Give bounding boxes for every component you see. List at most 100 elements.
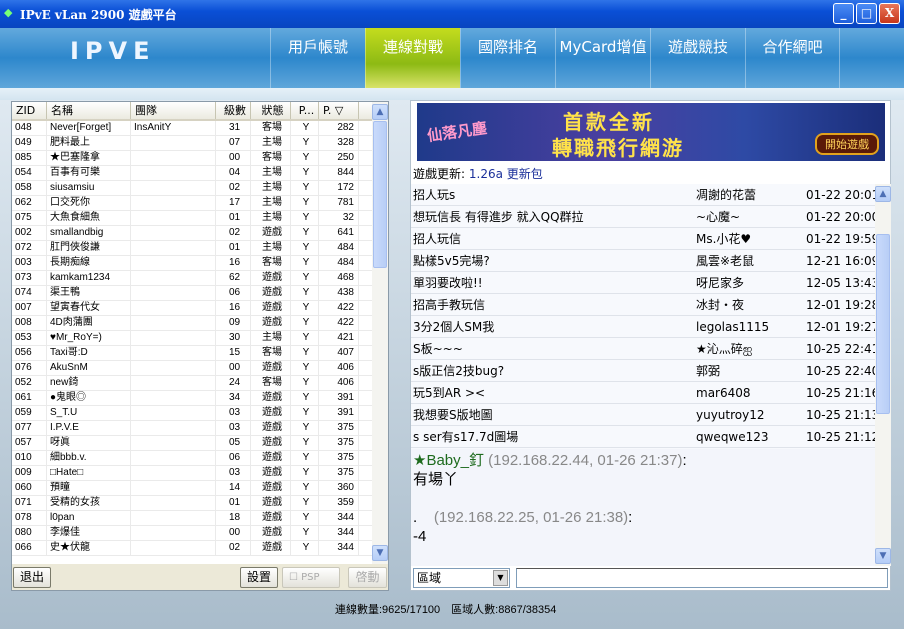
ad-banner[interactable]: 仙落凡塵 首款全新 轉職飛行網游 開始遊戲 (417, 103, 885, 161)
col-name[interactable]: 名稱 (47, 102, 131, 119)
table-row[interactable]: 062 口交死你 17 主場 Y 781 (12, 196, 372, 211)
scroll-down-icon[interactable]: ▼ (372, 545, 388, 561)
table-row[interactable]: 059 S_T.U 03 遊戲 Y 391 (12, 406, 372, 421)
cell-team (131, 331, 216, 345)
close-button[interactable]: X (879, 3, 900, 24)
table-row[interactable]: 074 渠王鴨 06 遊戲 Y 438 (12, 286, 372, 301)
col-p2[interactable]: P. ▽ (319, 102, 359, 119)
cell-name: 細bbb.v. (47, 451, 131, 465)
col-level[interactable]: 級數 (216, 102, 251, 119)
cell-status: 遊戲 (251, 421, 291, 435)
post-item[interactable]: S板~~~ ★沁灬碎ஐ 10-25 22:41 (411, 338, 879, 360)
post-item[interactable]: 想玩信長 有得進步 就入QQ群拉 ~心魔~ 01-22 20:00 (411, 206, 879, 228)
chat-input[interactable] (516, 568, 888, 588)
cell-name: 肛門俠俊謙 (47, 241, 131, 255)
table-row[interactable]: 060 預瞳 14 遊戲 Y 360 (12, 481, 372, 496)
table-row[interactable]: 072 肛門俠俊謙 01 主場 Y 484 (12, 241, 372, 256)
post-item[interactable]: 我想要S版地圖 yuyutroy12 10-25 21:13 (411, 404, 879, 426)
table-row[interactable]: 010 細bbb.v. 06 遊戲 Y 375 (12, 451, 372, 466)
settings-button[interactable]: 設置 (240, 567, 278, 588)
table-row[interactable]: 052 new錡 24 客場 Y 406 (12, 376, 372, 391)
nav-partner-cafe[interactable]: 合作網吧 (745, 28, 840, 88)
scroll-up-icon[interactable]: ▲ (372, 104, 388, 120)
cell-status: 客場 (251, 346, 291, 360)
table-row[interactable]: 073 kamkam1234 62 遊戲 Y 468 (12, 271, 372, 286)
post-item[interactable]: 招高手教玩信 冰封・夜 12-01 19:28 (411, 294, 879, 316)
table-row[interactable]: 007 望寅春代女 16 遊戲 Y 422 (12, 301, 372, 316)
post-item[interactable]: 招人玩信 Ms.小花♥ 01-22 19:59 (411, 228, 879, 250)
cell-p2: 344 (319, 541, 359, 555)
title-bar: ◆ IPvE vLan 2900 遊戲平台 _ □ X (0, 0, 904, 28)
post-item[interactable]: 玩5到AR >< mar6408 10-25 21:16 (411, 382, 879, 404)
col-zid[interactable]: ZID (12, 102, 47, 119)
table-row[interactable]: 003 長期痴線 16 客場 Y 484 (12, 256, 372, 271)
table-row[interactable]: 061 ●鬼眼◎ 34 遊戲 Y 391 (12, 391, 372, 406)
cell-zid: 007 (12, 301, 47, 315)
post-item[interactable]: 點樣5v5完場? 風雲※老鼠 12-21 16:09 (411, 250, 879, 272)
cell-level: 00 (216, 526, 251, 540)
start-button[interactable]: 啓動 (348, 567, 387, 588)
post-item[interactable]: 單羽要改啦!! 呀尼家多 12-05 13:43 (411, 272, 879, 294)
chat-meta: (192.168.22.25, 01-26 21:38) (433, 509, 629, 526)
table-row[interactable]: 078 l0pan 18 遊戲 Y 344 (12, 511, 372, 526)
chevron-down-icon[interactable]: ▼ (493, 570, 508, 586)
col-status[interactable]: 狀態 (251, 102, 291, 119)
cell-status: 遊戲 (251, 226, 291, 240)
table-row[interactable]: 057 呀眞 05 遊戲 Y 375 (12, 436, 372, 451)
table-row[interactable]: 054 百事有可樂 04 主場 Y 844 (12, 166, 372, 181)
cell-team (131, 181, 216, 195)
exit-button[interactable]: 退出 (13, 567, 51, 588)
cell-level: 31 (216, 121, 251, 135)
chat-message-header: . (192.168.22.25, 01-26 21:38): (413, 508, 873, 527)
table-row[interactable]: 085 ★巴塞隆拿 00 客場 Y 250 (12, 151, 372, 166)
table-row[interactable]: 077 I.P.V.E 03 遊戲 Y 375 (12, 421, 372, 436)
cell-name: l0pan (47, 511, 131, 525)
cell-team (131, 301, 216, 315)
scroll-thumb[interactable] (373, 121, 387, 268)
table-row[interactable]: 056 Taxi哥:D 15 客場 Y 407 (12, 346, 372, 361)
table-row[interactable]: 066 史★伏龍 02 遊戲 Y 344 (12, 541, 372, 556)
chat-channel-select[interactable]: 區域 ▼ (413, 568, 510, 588)
cell-name: 4D肉蒲團 (47, 316, 131, 330)
col-team[interactable]: 團隊 (131, 102, 216, 119)
chat-sender: . (413, 509, 418, 526)
cell-team (131, 361, 216, 375)
cell-level: 02 (216, 541, 251, 555)
post-item[interactable]: 招人玩s 凋謝的花蕾 01-22 20:01 (411, 184, 879, 206)
table-row[interactable]: 002 smallandbig 02 遊戲 Y 641 (12, 226, 372, 241)
table-row[interactable]: 080 李爆佳 00 遊戲 Y 344 (12, 526, 372, 541)
maximize-button[interactable]: □ (856, 3, 877, 24)
scroll-up-icon[interactable]: ▲ (875, 186, 891, 202)
post-item[interactable]: s ser有s17.7d圖場 qweqwe123 10-25 21:12 (411, 426, 879, 448)
cell-p2: 421 (319, 331, 359, 345)
nav-online-battle[interactable]: 連線對戰 (365, 28, 460, 88)
banner-start-button[interactable]: 開始遊戲 (815, 133, 879, 155)
nav-team-ranking[interactable]: 國際排名 (460, 28, 555, 88)
col-p1[interactable]: P... (291, 102, 319, 119)
table-row[interactable]: 071 受精的女孩 01 遊戲 Y 359 (12, 496, 372, 511)
banner-line1: 首款全新 (563, 110, 655, 134)
nav-game-competition[interactable]: 遊戲競技 (650, 28, 745, 88)
cell-name: 呀眞 (47, 436, 131, 450)
post-time: 01-22 20:00 (806, 210, 880, 224)
post-item[interactable]: 3分2個人SM我 legolas1115 12-01 19:27 (411, 316, 879, 338)
table-row[interactable]: 053 ♥Mr_RoY=) 30 主場 Y 421 (12, 331, 372, 346)
table-row[interactable]: 076 AkuSnM 00 遊戲 Y 406 (12, 361, 372, 376)
table-row[interactable]: 009 □Hate□ 03 遊戲 Y 375 (12, 466, 372, 481)
minimize-button[interactable]: _ (833, 3, 854, 24)
scroll-down-icon[interactable]: ▼ (875, 548, 891, 564)
table-row[interactable]: 075 大魚食細魚 01 主場 Y 32 (12, 211, 372, 226)
post-list: 招人玩s 凋謝的花蕾 01-22 20:01 想玩信長 有得進步 就入QQ群拉 ~心魔~… (411, 184, 879, 449)
psp-checkbox[interactable]: ☐ PSP (282, 567, 340, 588)
table-row[interactable]: 049 肥料最上 07 主場 Y 328 (12, 136, 372, 151)
update-link[interactable]: 1.26a 更新包 (469, 167, 543, 181)
scroll-thumb[interactable] (876, 234, 890, 414)
table-row[interactable]: 048 Never[Forget] InsAnitY 31 客場 Y 282 (12, 121, 372, 136)
nav-mycard[interactable]: MyCard增值 (555, 28, 650, 88)
table-row[interactable]: 008 4D肉蒲團 09 遊戲 Y 422 (12, 316, 372, 331)
right-scrollbar[interactable]: ▲ ▼ (875, 184, 891, 566)
nav-user-account[interactable]: 用戶帳號 (270, 28, 365, 88)
post-item[interactable]: s版正信2技bug? 郭弼 10-25 22:40 (411, 360, 879, 382)
table-scrollbar[interactable]: ▲ ▼ (372, 102, 388, 564)
table-row[interactable]: 058 siusamsiu 02 主場 Y 172 (12, 181, 372, 196)
